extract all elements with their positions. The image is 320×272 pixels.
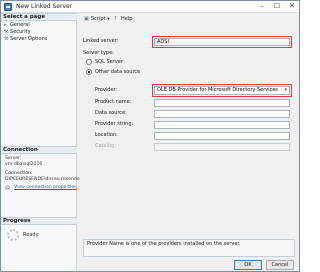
view-connection-properties-link[interactable]: View connection properties xyxy=(14,185,77,191)
provider-select[interactable]: OLE DB Provider for Microsoft Directory … xyxy=(152,84,292,97)
description-box: Provider Name is one of the providers in… xyxy=(83,239,295,257)
chevron-down-icon: ▾ xyxy=(105,16,110,22)
select-page-header: Select a page xyxy=(1,13,77,21)
provider-string-input[interactable] xyxy=(154,121,290,129)
script-button[interactable]: ▣ Script ▾ xyxy=(84,15,110,23)
other-data-source-radio[interactable] xyxy=(86,69,92,75)
catalog-input xyxy=(154,143,290,151)
left-pane: Select a page ▸ General ⚒ Security ⚒ Server… xyxy=(1,13,80,271)
provider-label: Provider: xyxy=(95,87,118,93)
help-label: Help xyxy=(121,16,133,22)
progress-header: Progress xyxy=(1,217,77,225)
product-name-label: Product name: xyxy=(95,99,132,105)
form-area: Linked server: Server type: SQL Server O… xyxy=(78,25,299,235)
script-label: Script xyxy=(91,16,106,22)
chevron-down-icon: ▾ xyxy=(284,87,287,93)
connection-value: DIPCEURESENDE\dirceu.resende xyxy=(5,177,80,182)
data-source-label: Data source: xyxy=(95,110,127,116)
progress-spinner-icon xyxy=(7,229,19,241)
provider-select-value: OLE DB Provider for Microsoft Directory … xyxy=(157,87,279,93)
minimize-button[interactable]: – xyxy=(255,1,269,12)
sql-server-radio[interactable] xyxy=(86,59,92,65)
server-value: vm-dba\sql2016 xyxy=(5,162,43,167)
product-name-input[interactable] xyxy=(154,99,290,107)
script-icon: ▣ xyxy=(84,16,89,22)
maximize-button[interactable]: ☐ xyxy=(270,1,284,12)
sidebar-item-label: Security xyxy=(10,29,31,35)
progress-status: Ready xyxy=(23,232,39,238)
app-icon xyxy=(4,3,12,11)
close-button[interactable]: ✕ xyxy=(285,1,299,12)
linked-server-input[interactable] xyxy=(152,36,292,48)
help-button[interactable]: ? Help xyxy=(114,15,132,23)
ok-button[interactable]: OK xyxy=(234,260,262,270)
sidebar-item-label: General xyxy=(10,22,30,28)
connection-header: Connection xyxy=(1,146,77,154)
sidebar-item-general[interactable]: ▸ General xyxy=(4,22,30,29)
server-type-label: Server type: xyxy=(83,50,114,56)
sidebar-item-label: Server Options xyxy=(10,36,48,42)
help-icon: ? xyxy=(114,16,117,22)
toolbar: ▣ Script ▾ ? Help xyxy=(78,14,299,24)
sql-server-radio-label: SQL Server xyxy=(95,59,123,65)
sidebar-item-server-options[interactable]: ⚒ Server Options xyxy=(4,36,47,43)
provider-string-label: Provider string: xyxy=(95,121,134,127)
window-title: New Linked Server xyxy=(16,3,73,10)
location-input[interactable] xyxy=(154,132,290,140)
sidebar-item-security[interactable]: ⚒ Security xyxy=(4,29,31,36)
properties-icon: ▤ xyxy=(5,185,10,191)
location-label: Location: xyxy=(95,132,118,138)
dialog-window: New Linked Server – ☐ ✕ Select a page ▸ G… xyxy=(0,0,300,272)
title-bar: New Linked Server – ☐ ✕ xyxy=(1,1,299,13)
data-source-input[interactable] xyxy=(154,110,290,118)
other-data-source-radio-label: Other data source xyxy=(95,69,141,75)
cancel-button[interactable]: Cancel xyxy=(266,260,294,270)
linked-server-label: Linked server: xyxy=(83,38,119,44)
catalog-label: Catalog: xyxy=(95,143,116,149)
